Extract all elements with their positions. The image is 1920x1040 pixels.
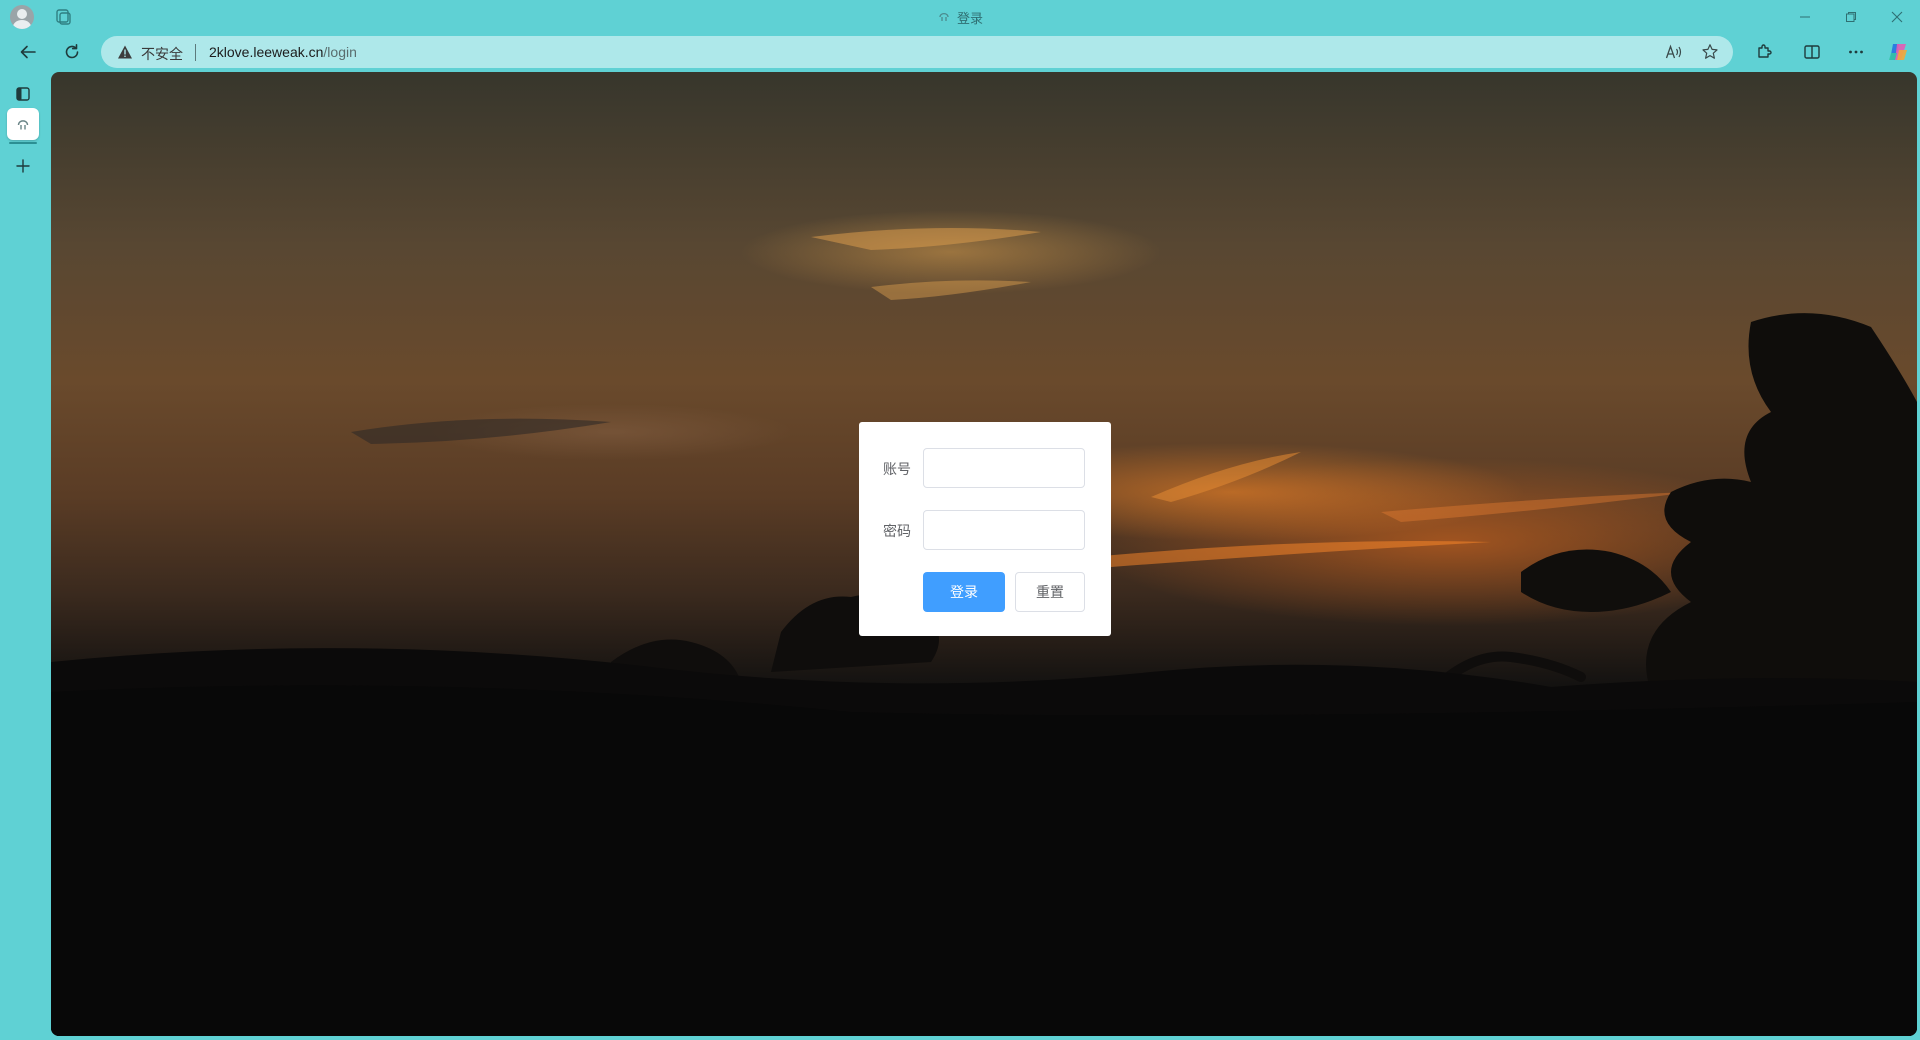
page-viewport: 账号 密码 登录 重置 — [51, 72, 1917, 1036]
security-status[interactable]: 不安全 — [141, 44, 183, 64]
account-input[interactable] — [923, 448, 1085, 488]
login-form-card: 账号 密码 登录 重置 — [859, 422, 1111, 636]
close-button[interactable] — [1874, 0, 1920, 34]
window-title: 登录 — [0, 0, 1920, 34]
url-host: 2klove.leeweak.cn — [209, 44, 324, 60]
new-tab-icon — [16, 159, 30, 173]
maximize-icon — [1846, 12, 1856, 22]
extensions-button[interactable] — [1748, 37, 1780, 67]
tab-login[interactable] — [7, 108, 39, 140]
more-icon — [1849, 50, 1863, 54]
copilot-icon — [1889, 44, 1907, 60]
copilot-button[interactable] — [1882, 37, 1914, 67]
more-button[interactable] — [1840, 37, 1872, 67]
close-icon — [1891, 11, 1903, 23]
extensions-icon — [1758, 44, 1772, 58]
tab-favicon-icon — [17, 120, 29, 130]
browser-toolbar: 不安全 2klove.leeweak.cn/login — [0, 34, 1920, 70]
warning-icon[interactable] — [117, 44, 133, 60]
minimize-icon — [1800, 16, 1810, 18]
reset-button[interactable]: 重置 — [1015, 572, 1085, 612]
account-row: 账号 — [859, 448, 1111, 488]
favorite-button[interactable] — [1697, 40, 1723, 64]
password-input[interactable] — [923, 510, 1085, 550]
tab-favicon-icon — [937, 9, 951, 26]
read-aloud-icon — [1665, 44, 1682, 59]
tab-actions-icon — [16, 87, 30, 101]
read-aloud-button[interactable] — [1661, 40, 1687, 64]
favorite-star-icon — [1702, 44, 1718, 59]
address-divider — [195, 44, 196, 61]
split-screen-button[interactable] — [1796, 37, 1828, 67]
active-tab-indicator — [9, 142, 37, 144]
new-tab-button[interactable] — [7, 150, 39, 182]
back-button[interactable] — [12, 37, 44, 67]
reload-button[interactable] — [56, 37, 88, 67]
reload-icon — [65, 44, 79, 59]
split-screen-icon — [1804, 45, 1820, 59]
minimize-button[interactable] — [1782, 0, 1828, 34]
window-title-text: 登录 — [956, 10, 983, 26]
password-row: 密码 — [859, 510, 1111, 550]
title-bar: 登录 — [0, 0, 1920, 34]
maximize-button[interactable] — [1828, 0, 1874, 34]
tab-actions-button[interactable] — [7, 78, 39, 110]
address-bar[interactable]: 不安全 2klove.leeweak.cn/login — [101, 36, 1733, 68]
account-label: 账号 — [883, 461, 911, 477]
back-icon — [20, 45, 36, 59]
password-label: 密码 — [883, 523, 911, 539]
login-button[interactable]: 登录 — [923, 572, 1005, 612]
vertical-tab-sidebar — [0, 70, 46, 1040]
url-text[interactable]: 2klove.leeweak.cn/login — [209, 44, 357, 60]
url-path: /login — [323, 44, 357, 60]
